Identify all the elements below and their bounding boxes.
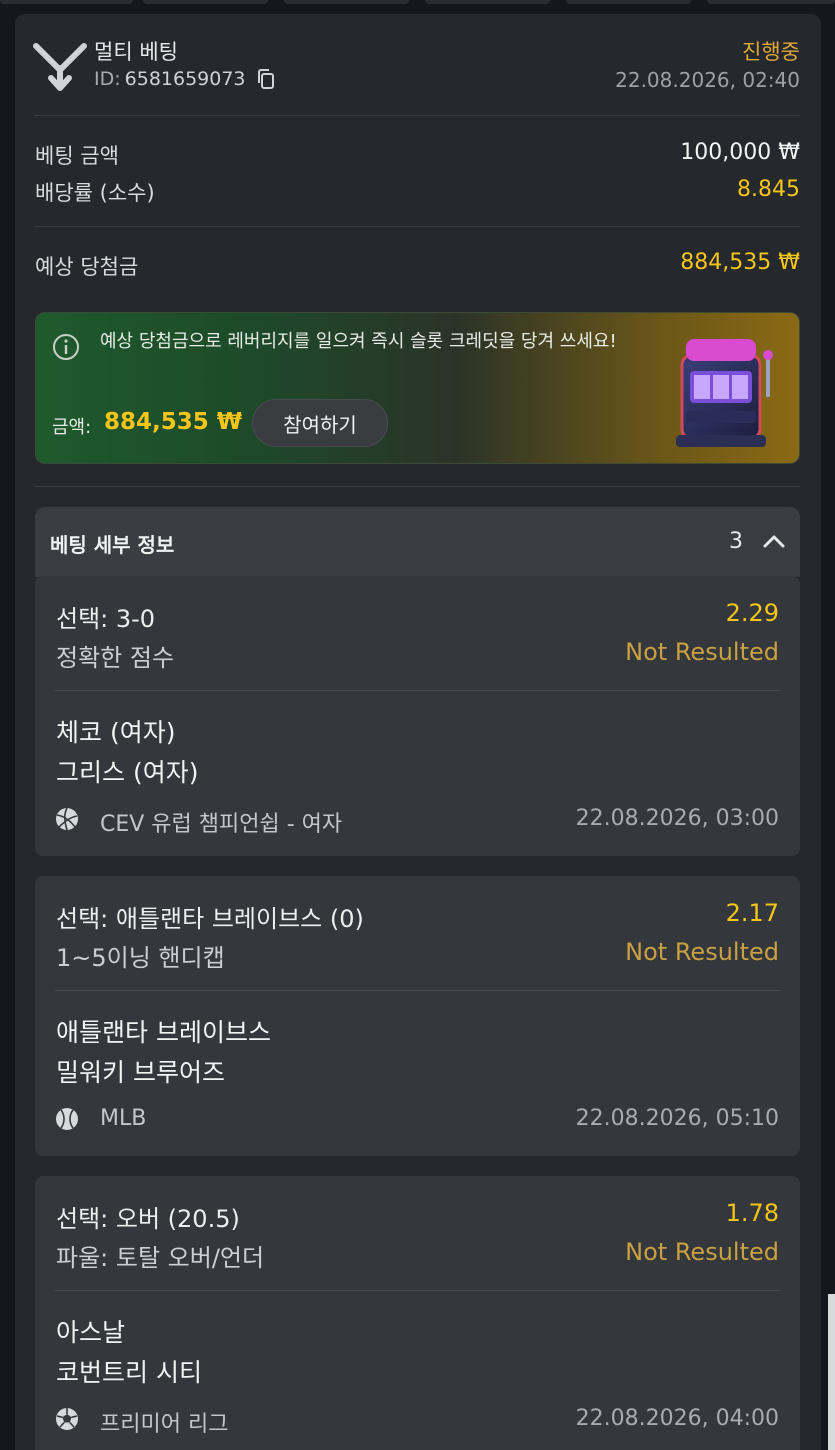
stake-value: 100,000 ₩ (680, 140, 800, 165)
away-team: 밀워키 브루어즈 (56, 1058, 225, 1087)
bet-details-header[interactable]: 베팅 세부 정보 3 (35, 507, 800, 577)
slot-credit-promo-banner: 예상 당첨금으로 레버리지를 일으켜 즉시 슬롯 크레딧을 당겨 쓰세요! 금액… (35, 312, 800, 464)
selection-odds: 1.78 (725, 1199, 779, 1227)
bet-datetime: 22.08.2026, 02:40 (615, 68, 800, 92)
divider (35, 115, 800, 116)
baseball-icon (56, 1108, 78, 1130)
selection-odds: 2.29 (725, 599, 779, 627)
event-datetime: 22.08.2026, 05:10 (575, 1106, 779, 1131)
tab-stub[interactable] (0, 0, 133, 4)
event-datetime: 22.08.2026, 03:00 (575, 806, 779, 831)
payout-label: 예상 당첨금 (35, 255, 139, 279)
copy-icon[interactable] (256, 68, 276, 90)
tab-stub[interactable] (566, 0, 691, 4)
league-name: MLB (100, 1106, 147, 1131)
divider (55, 690, 780, 691)
divider (55, 1290, 780, 1291)
selection-text: 선택: 3-0 (56, 605, 156, 633)
market-text: 정확한 점수 (56, 644, 175, 672)
bet-slip-card: 멀티 베팅 ID: 6581659073 진행중 22.08.2026, 02:4… (15, 14, 821, 1450)
tab-stub[interactable] (284, 0, 409, 4)
selection-text: 선택: 애틀랜타 브레이브스 (0) (56, 905, 364, 933)
tab-stub[interactable] (425, 0, 550, 4)
volleyball-icon (56, 807, 78, 831)
top-tab-strip (0, 0, 835, 6)
divider (35, 486, 800, 487)
bet-id-value: 6581659073 (124, 68, 246, 90)
market-text: 파울: 토탈 오버/언더 (56, 1244, 265, 1272)
promo-text: 예상 당첨금으로 레버리지를 일으켜 즉시 슬롯 크레딧을 당겨 쓰세요! (100, 331, 617, 352)
bet-type-title: 멀티 베팅 (94, 40, 178, 64)
away-team: 그리스 (여자) (56, 758, 199, 787)
join-button[interactable]: 참여하기 (252, 399, 388, 447)
bet-selection-card: 선택: 오버 (20.5) 파울: 토탈 오버/언더 1.78 Not Resu… (35, 1176, 800, 1450)
stake-label: 베팅 금액 (35, 144, 119, 168)
home-team: 체코 (여자) (56, 718, 176, 747)
league-name: 프리미어 리그 (100, 1412, 229, 1437)
home-team: 애틀랜타 브레이브스 (56, 1018, 271, 1047)
home-team: 아스날 (56, 1318, 126, 1347)
multi-bet-icon (33, 43, 87, 91)
odds-label: 배당률 (소수) (35, 181, 155, 205)
bet-id-label: ID: (94, 68, 121, 90)
selection-count: 3 (729, 529, 743, 554)
event-datetime: 22.08.2026, 04:00 (575, 1406, 779, 1431)
bet-id: ID: 6581659073 (94, 68, 276, 90)
selection-status: Not Resulted (625, 938, 779, 966)
league-name: CEV 유럽 챔피언쉽 - 여자 (100, 812, 343, 837)
payout-value: 884,535 ₩ (680, 250, 800, 275)
promo-amount-value: 884,535 ₩ (104, 409, 243, 435)
chevron-up-icon[interactable] (762, 531, 786, 551)
bet-details-title: 베팅 세부 정보 (50, 533, 175, 557)
info-icon (53, 334, 79, 360)
promo-amount-label: 금액: (52, 417, 92, 438)
divider (55, 990, 780, 991)
selection-status: Not Resulted (625, 1238, 779, 1266)
selection-status: Not Resulted (625, 638, 779, 666)
tab-stub[interactable] (707, 0, 835, 4)
odds-value: 8.845 (737, 177, 800, 202)
market-text: 1~5이닝 핸디캡 (56, 944, 225, 972)
scrollbar[interactable] (828, 1294, 835, 1450)
bet-status: 진행중 (742, 40, 800, 64)
selection-text: 선택: 오버 (20.5) (56, 1205, 240, 1233)
selection-odds: 2.17 (725, 899, 779, 927)
bet-selection-card: 선택: 3-0 정확한 점수 2.29 Not Resulted 체코 (여자)… (35, 576, 800, 856)
divider (35, 226, 800, 227)
soccer-ball-icon (56, 1408, 78, 1430)
slot-machine-icon (676, 339, 773, 447)
tab-stub[interactable] (143, 0, 268, 4)
bet-selection-card: 선택: 애틀랜타 브레이브스 (0) 1~5이닝 핸디캡 2.17 Not Re… (35, 876, 800, 1156)
away-team: 코번트리 시티 (56, 1358, 202, 1387)
